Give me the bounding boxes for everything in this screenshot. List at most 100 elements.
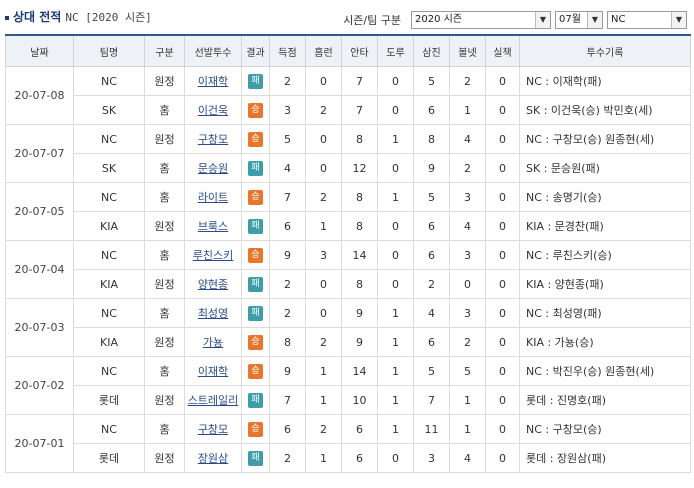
head-to-head-table: 날짜 팀명 구분 선발투수 결과 득점 홈런 안타 도루 삼진 볼넷 실책 투수기록 20-07-08 N… (5, 34, 691, 473)
walks: 2 (449, 327, 486, 357)
hits: 10 (341, 385, 378, 415)
home-away: 홈 (144, 356, 185, 386)
errors: 0 (485, 211, 520, 241)
filter-label: 시즌/팀 구분 (343, 14, 401, 27)
season-select[interactable]: 2020 시즌 ▼ (411, 11, 551, 29)
result-cell: 승 (241, 356, 270, 386)
column-header: 날짜 (5, 34, 74, 67)
strikeouts: 6 (413, 95, 450, 125)
table-row: 롯데 원정 스트레일리 패 7 1 10 1 7 1 0 롯데 : 진명호(패) (6, 385, 691, 415)
loss-badge: 패 (248, 161, 263, 176)
runs: 4 (269, 153, 306, 183)
result-cell: 승 (241, 327, 270, 357)
home-away: 원정 (144, 443, 185, 473)
hits: 8 (341, 211, 378, 241)
column-header: 볼넷 (449, 34, 486, 67)
table-row: SK 홈 이건욱 승 3 2 7 0 6 1 0 SK : 이건욱(승) 박민호(세) (6, 95, 691, 125)
strikeouts: 2 (413, 269, 450, 299)
chevron-down-icon[interactable]: ▼ (587, 12, 602, 28)
result-cell: 승 (241, 95, 270, 125)
home-away: 원정 (144, 385, 185, 415)
loss-badge: 패 (248, 393, 263, 408)
team-name: KIA (73, 269, 145, 299)
starting-pitcher-cell: 루친스키 (184, 240, 242, 270)
starting-pitcher-link[interactable]: 문승원 (198, 162, 228, 175)
filter-bar: 시즌/팀 구분 2020 시즌 ▼ 07월 ▼ NC ▼ (343, 11, 687, 29)
home-runs: 2 (305, 414, 342, 444)
starting-pitcher-link[interactable]: 라이트 (198, 191, 228, 204)
table-row: KIA 원정 양현종 패 2 0 8 0 2 0 0 KIA : 양현종(패) (6, 269, 691, 299)
pitcher-record: NC : 박진우(승) 원종현(세) (519, 356, 691, 386)
walks: 3 (449, 240, 486, 270)
starting-pitcher-cell: 문승원 (184, 153, 242, 183)
starting-pitcher-link[interactable]: 이건욱 (198, 104, 228, 117)
home-away: 홈 (144, 95, 185, 125)
pitcher-record: KIA : 가뇽(승) (519, 327, 691, 357)
team-name: SK (73, 153, 145, 183)
home-away: 홈 (144, 240, 185, 270)
starting-pitcher-cell: 구창모 (184, 124, 242, 154)
column-header: 결과 (241, 34, 270, 67)
strikeouts: 3 (413, 443, 450, 473)
strikeouts: 6 (413, 240, 450, 270)
starting-pitcher-link[interactable]: 구창모 (198, 133, 228, 146)
walks: 2 (449, 153, 486, 183)
chevron-down-icon[interactable]: ▼ (535, 12, 550, 28)
starting-pitcher-link[interactable]: 스트레일리 (188, 394, 239, 407)
section-title-text: 상대 전적 (13, 10, 62, 24)
starting-pitcher-link[interactable]: 가뇽 (203, 336, 223, 349)
loss-badge: 패 (248, 219, 263, 234)
result-cell: 패 (241, 66, 270, 96)
starting-pitcher-link[interactable]: 구창모 (198, 423, 228, 436)
team-select[interactable]: NC ▼ (607, 11, 687, 29)
column-header: 안타 (341, 34, 378, 67)
starting-pitcher-cell: 이재학 (184, 66, 242, 96)
team-name: NC (73, 240, 145, 270)
win-badge: 승 (248, 132, 263, 147)
win-badge: 승 (248, 335, 263, 350)
home-runs: 2 (305, 327, 342, 357)
runs: 7 (269, 182, 306, 212)
pitcher-record: KIA : 문경찬(패) (519, 211, 691, 241)
loss-badge: 패 (248, 451, 263, 466)
starting-pitcher-link[interactable]: 브룩스 (198, 220, 228, 233)
home-runs: 1 (305, 211, 342, 241)
team-name: NC (73, 66, 145, 96)
errors: 0 (485, 298, 520, 328)
pitcher-record: KIA : 양현종(패) (519, 269, 691, 299)
home-runs: 0 (305, 66, 342, 96)
pitcher-record: SK : 이건욱(승) 박민호(세) (519, 95, 691, 125)
stolen-bases: 1 (377, 327, 414, 357)
stolen-bases: 0 (377, 240, 414, 270)
starting-pitcher-link[interactable]: 이재학 (198, 75, 228, 88)
team-name: 롯데 (73, 385, 145, 415)
errors: 0 (485, 240, 520, 270)
chevron-down-icon[interactable]: ▼ (671, 12, 686, 28)
table-row: 20-07-04 NC 홈 루친스키 승 9 3 14 0 6 3 0 NC : 루친스키(승) (5, 240, 691, 299)
hits: 14 (341, 356, 378, 386)
starting-pitcher-link[interactable]: 이재학 (198, 365, 228, 378)
pitcher-record: NC : 이재학(패) (519, 66, 691, 96)
starting-pitcher-link[interactable]: 최성영 (198, 307, 228, 320)
errors: 0 (485, 66, 520, 96)
stolen-bases: 0 (377, 66, 414, 96)
home-away: 원정 (144, 211, 185, 241)
win-badge: 승 (248, 103, 263, 118)
errors: 0 (485, 269, 520, 299)
home-away: 홈 (144, 298, 185, 328)
bullet-icon (5, 15, 9, 20)
home-away: 원정 (144, 66, 185, 96)
starting-pitcher-link[interactable]: 양현종 (198, 278, 228, 291)
hits: 7 (341, 66, 378, 96)
column-header: 팀명 (73, 34, 145, 67)
month-select[interactable]: 07월 ▼ (555, 11, 603, 29)
starting-pitcher-cell: 스트레일리 (184, 385, 242, 415)
starting-pitcher-link[interactable]: 장원삼 (198, 452, 228, 465)
starting-pitcher-cell: 이건욱 (184, 95, 242, 125)
home-runs: 0 (305, 153, 342, 183)
stolen-bases: 1 (377, 414, 414, 444)
starting-pitcher-link[interactable]: 루친스키 (193, 249, 233, 262)
runs: 5 (269, 124, 306, 154)
month-select-value: 07월 (559, 14, 581, 25)
walks: 5 (449, 356, 486, 386)
